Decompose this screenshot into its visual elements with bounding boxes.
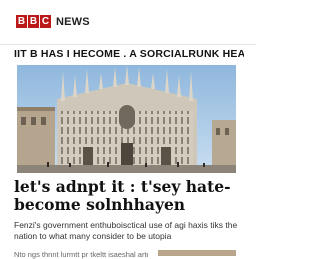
headline-line-2: become solnhhayen [14,195,186,214]
headline-line-1: let's adnpt it : t'sey hate- [14,177,231,196]
logo-word: NEWS [56,15,90,28]
inline-thumbnail[interactable] [158,250,236,256]
logo-letter-c: C [40,15,51,28]
article-headline[interactable]: let's adnpt it : t'sey hate- become soln… [14,178,246,214]
article-body-snippet: Nto ngs thnnt lurmtt pr tkeltt isaeshal … [14,250,148,259]
article-standfirst: Fenzi's government enthuboisctical use o… [14,220,238,241]
logo-letter-b2: B [28,15,39,28]
hero-image[interactable] [17,65,236,173]
article-kicker: IIT B HAS I HECOME . A SORCIALRUNK HEAVE… [14,48,244,60]
logo-letter-b1: B [16,15,27,28]
cathedral-photo-icon [17,65,236,173]
bbc-news-logo[interactable]: B B C NEWS [16,15,90,28]
top-bar: B B C NEWS [0,0,256,45]
